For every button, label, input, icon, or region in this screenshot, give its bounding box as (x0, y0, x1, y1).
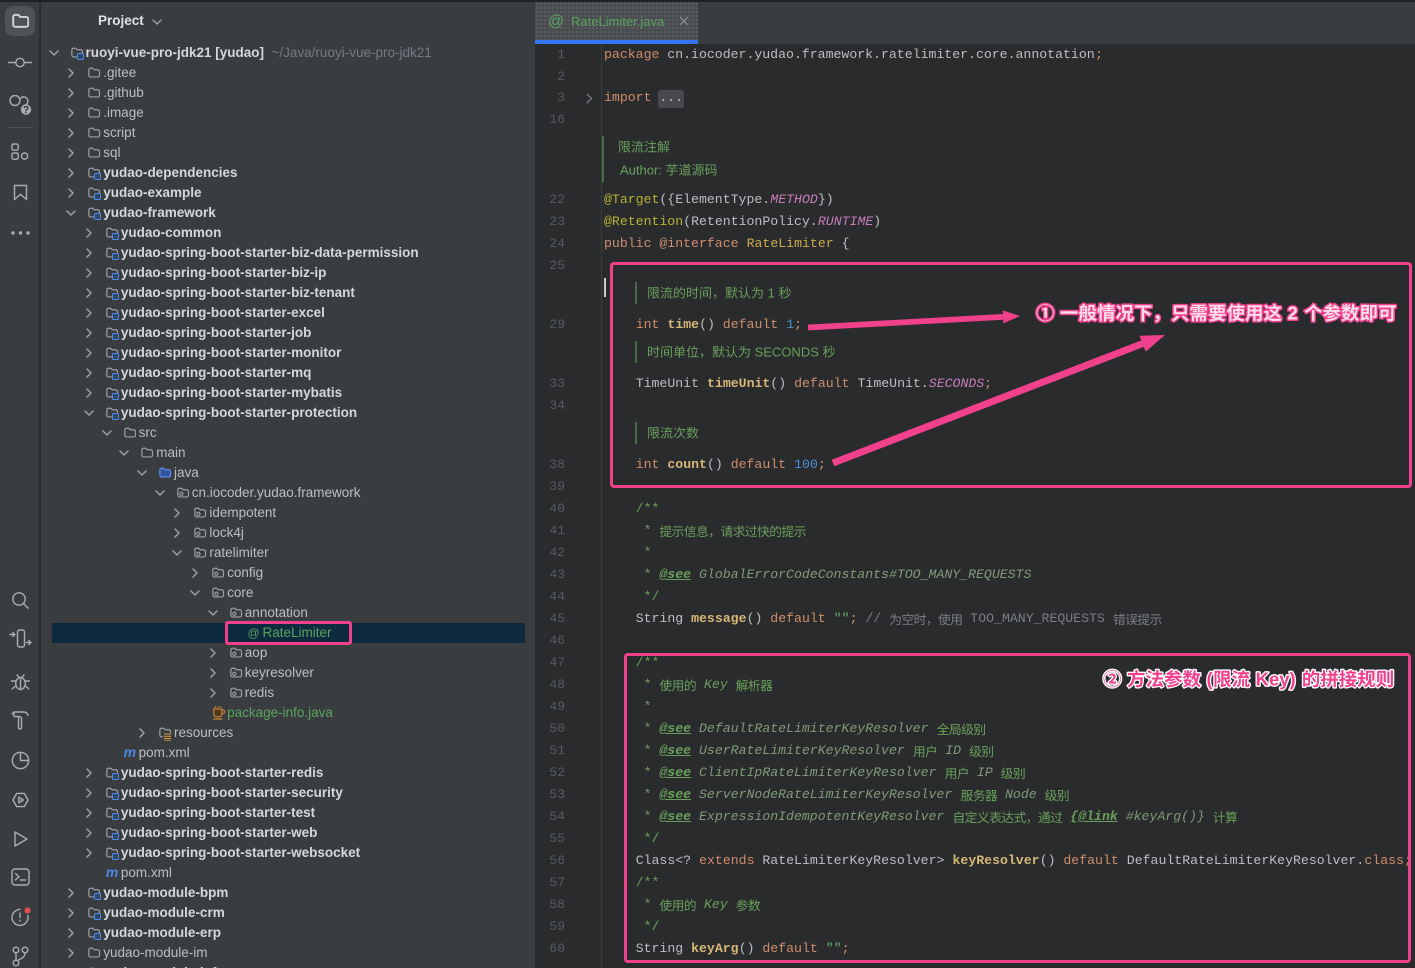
svg-text:Key): Key) (1256, 669, 1296, 690)
svg-text:(: ( (1207, 669, 1214, 690)
svg-text:Author:: Author: (620, 163, 662, 178)
svg-text:2: 2 (1288, 303, 1298, 324)
